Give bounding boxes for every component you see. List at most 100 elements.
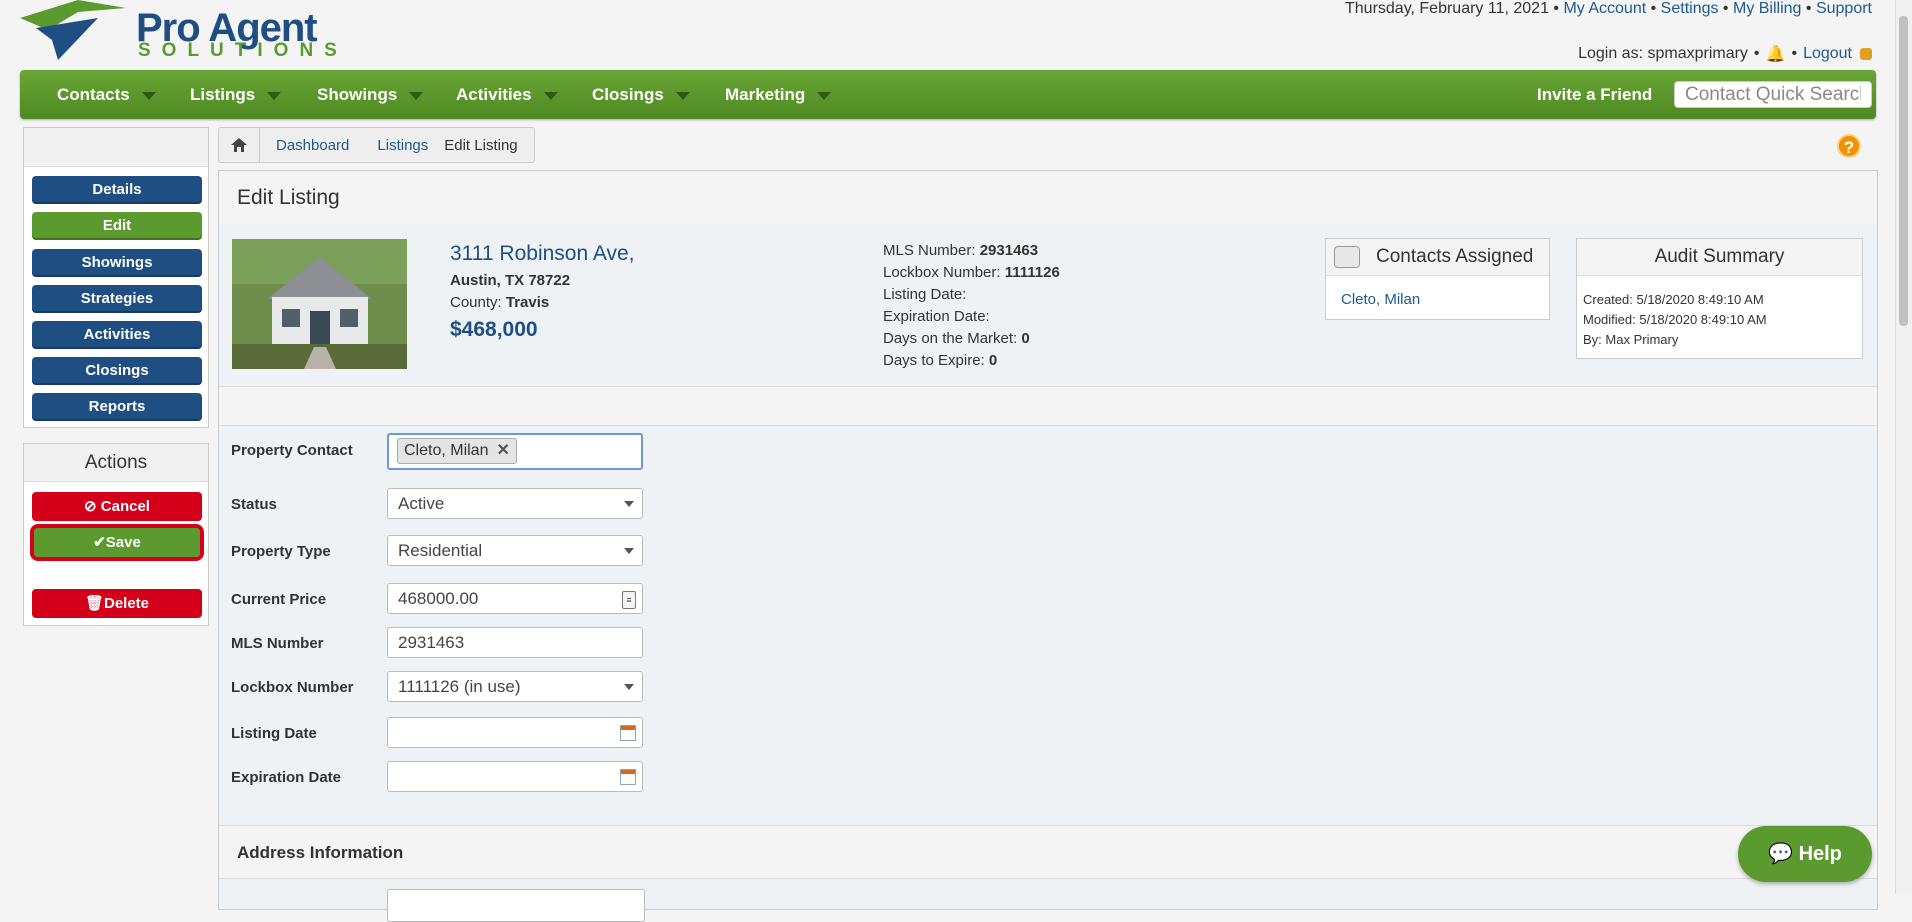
contact-card-icon	[1334, 246, 1360, 268]
chevron-down-icon	[409, 91, 424, 100]
audit-created: Created: 5/18/2020 8:49:10 AM	[1583, 292, 1764, 307]
my-billing-link[interactable]: My Billing	[1733, 0, 1801, 17]
sidebar-item-reports[interactable]: Reports	[32, 393, 202, 421]
nav-showings[interactable]: Showings	[317, 70, 424, 119]
delete-button[interactable]: 🗑Delete	[32, 589, 202, 618]
logo-text-sub: SOLUTIONS	[138, 40, 348, 61]
sidebar-item-details[interactable]: Details	[32, 176, 202, 204]
page-scrollbar[interactable]	[1895, 0, 1912, 894]
chat-bubble-icon: 💬	[1768, 843, 1799, 865]
my-account-link[interactable]: My Account	[1563, 0, 1646, 17]
breadcrumb-listings[interactable]: Listings	[361, 137, 440, 154]
listing-summary: 3111 Robinson Ave, Austin, TX 78722 Coun…	[219, 224, 1877, 387]
mls-number-input[interactable]: 2931463	[387, 627, 643, 658]
calendar-icon[interactable]	[620, 725, 636, 741]
chevron-down-icon	[675, 91, 690, 100]
section-divider	[219, 387, 1877, 426]
edit-listing-panel: Edit Listing 3111 Robinson Ave, Austin, …	[218, 170, 1878, 922]
listing-sidebar: Details Edit Showings Strategies Activit…	[23, 127, 209, 428]
breadcrumb: Dashboard Listings Edit Listing	[218, 127, 535, 163]
listing-price: $468,000	[450, 318, 538, 341]
invite-friend-link[interactable]: Invite a Friend	[1537, 70, 1652, 119]
help-chat-button[interactable]: 💬 Help	[1738, 826, 1872, 882]
calendar-icon[interactable]	[620, 769, 636, 785]
sidebar-item-showings[interactable]: Showings	[32, 249, 202, 277]
lock-icon	[1860, 48, 1872, 60]
contact-quick-search-input[interactable]	[1674, 81, 1872, 108]
top-links: Thursday, February 11, 2021 • My Account…	[1345, 0, 1872, 17]
address-information-header[interactable]: Address Information	[219, 825, 1877, 879]
dropdown-arrow-icon	[624, 501, 634, 507]
days-on-market-value: 0	[1021, 330, 1030, 347]
listing-date-label: Listing Date	[231, 725, 317, 742]
login-label: Login as: spmaxprimary	[1578, 45, 1748, 62]
property-type-select[interactable]: Residential	[387, 535, 643, 566]
logout-link[interactable]: Logout	[1803, 45, 1852, 63]
nav-contacts[interactable]: Contacts	[57, 70, 156, 119]
chevron-down-icon	[543, 91, 558, 100]
expiration-date-input[interactable]	[387, 761, 643, 792]
assigned-contact-link[interactable]: Cleto, Milan	[1341, 291, 1420, 308]
listing-details: MLS Number: 2931463 Lockbox Number: 1111…	[883, 242, 1060, 369]
sidebar-item-strategies[interactable]: Strategies	[32, 285, 202, 313]
edit-listing-form: Property Contact Cleto, Milan ✕ Status Ac…	[219, 425, 1877, 815]
home-icon[interactable]	[219, 128, 260, 162]
check-icon: ✔	[93, 534, 106, 551]
pro-agent-logo[interactable]: Pro Agent SOLUTIONS	[18, 0, 338, 64]
nav-activities[interactable]: Activities	[456, 70, 558, 119]
mls-number-label: MLS Number	[231, 635, 324, 652]
expiration-date-label: Expiration Date	[231, 769, 342, 786]
contact-tag: Cleto, Milan ✕	[397, 438, 517, 464]
actions-title: Actions	[24, 444, 208, 482]
chevron-down-icon	[141, 91, 156, 100]
lockbox-number-select[interactable]: 1111126 (in use)	[387, 671, 643, 702]
lockbox-value: 1111126	[1004, 264, 1060, 281]
login-line: Login as: spmaxprimary • 🔔 • Logout	[1578, 44, 1872, 64]
current-date: Thursday, February 11, 2021	[1345, 0, 1549, 17]
scrollbar-thumb[interactable]	[1899, 16, 1908, 326]
settings-link[interactable]: Settings	[1661, 0, 1719, 17]
chevron-down-icon	[267, 91, 282, 100]
listing-photo[interactable]	[232, 239, 407, 369]
property-type-label: Property Type	[231, 543, 331, 560]
audit-by: By: Max Primary	[1583, 332, 1679, 347]
lockbox-number-label: Lockbox Number	[231, 679, 354, 696]
listing-address-line2: Austin, TX 78722	[450, 272, 571, 289]
sidebar-item-edit[interactable]: Edit	[32, 212, 202, 240]
nav-listings[interactable]: Listings	[190, 70, 282, 119]
breadcrumb-current: Edit Listing	[444, 136, 518, 154]
breadcrumb-dashboard[interactable]: Dashboard	[260, 137, 361, 154]
nav-marketing[interactable]: Marketing	[725, 70, 832, 119]
trash-icon: 🗑	[84, 595, 104, 612]
dropdown-arrow-icon	[624, 684, 634, 690]
logo-mark-icon	[20, 0, 126, 60]
current-price-label: Current Price	[231, 591, 327, 608]
page-title: Edit Listing	[219, 171, 1877, 225]
sidebar-item-closings[interactable]: Closings	[32, 357, 202, 385]
current-price-input[interactable]: 468000.00 ≡	[387, 583, 643, 614]
listing-date-input[interactable]	[387, 717, 643, 748]
cancel-button[interactable]: ⊘ Cancel	[32, 492, 202, 521]
main-nav: Contacts Listings Showings Activities Cl…	[20, 70, 1876, 119]
listing-county: County: Travis	[450, 294, 550, 311]
bell-icon[interactable]: 🔔	[1766, 44, 1786, 64]
chevron-down-icon	[817, 91, 832, 100]
help-question-icon[interactable]: ?	[1837, 134, 1861, 158]
mls-value: 2931463	[979, 242, 1039, 259]
audit-modified: Modified: 5/18/2020 8:49:10 AM	[1583, 312, 1767, 327]
calculator-icon[interactable]: ≡	[622, 591, 636, 609]
audit-summary-box: Audit Summary Created: 5/18/2020 8:49:10…	[1576, 238, 1863, 359]
contacts-assigned-title: Contacts Assigned	[1376, 246, 1534, 267]
listing-address-line1: 3111 Robinson Ave,	[450, 242, 635, 265]
status-select[interactable]: Active	[387, 488, 643, 519]
save-button[interactable]: ✔Save	[30, 524, 204, 561]
audit-summary-title: Audit Summary	[1577, 239, 1862, 276]
support-link[interactable]: Support	[1816, 0, 1872, 17]
property-contact-field[interactable]: Cleto, Milan ✕	[387, 433, 643, 470]
nav-closings[interactable]: Closings	[592, 70, 690, 119]
dropdown-arrow-icon	[624, 548, 634, 554]
remove-tag-icon[interactable]: ✕	[496, 442, 509, 459]
days-to-expire-value: 0	[988, 352, 998, 369]
sidebar-header	[24, 128, 208, 167]
sidebar-item-activities[interactable]: Activities	[32, 321, 202, 349]
